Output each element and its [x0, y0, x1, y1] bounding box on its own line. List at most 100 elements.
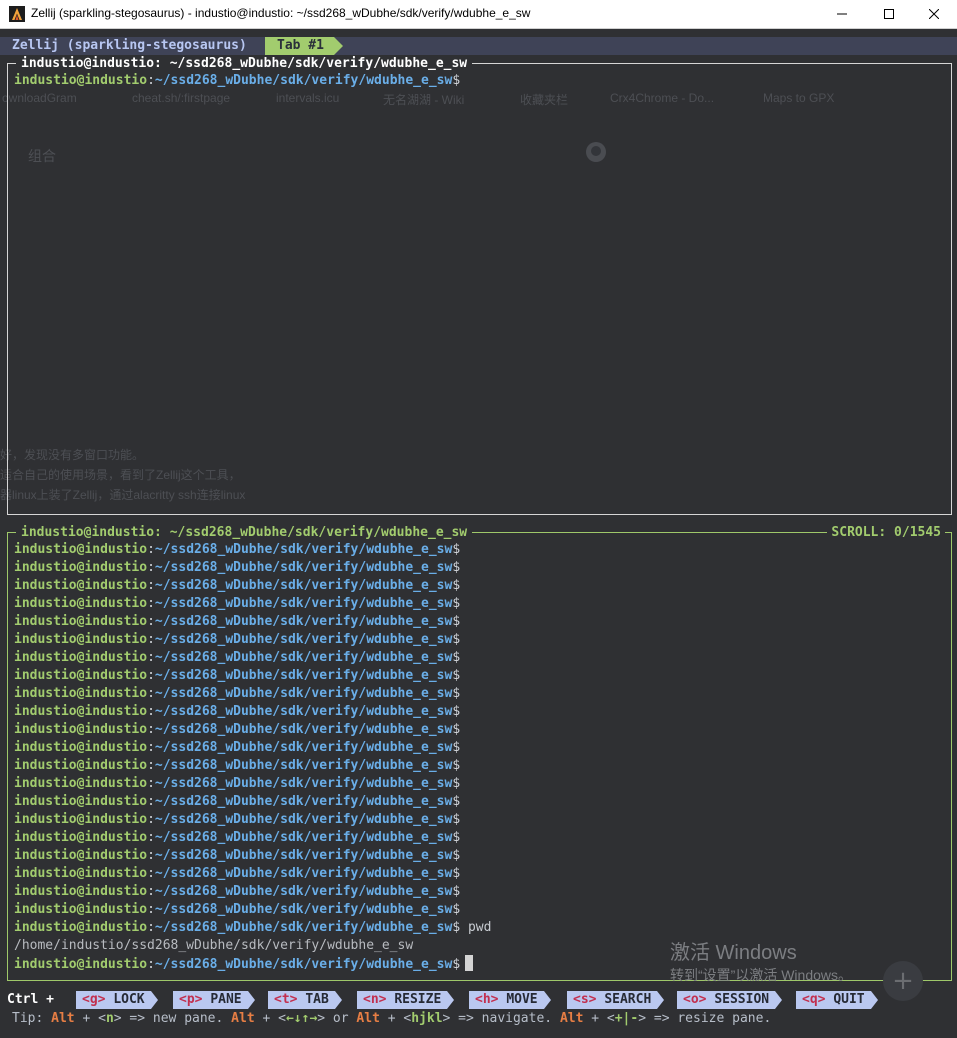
maximize-button[interactable]	[866, 0, 912, 28]
prompt-symbol: $	[452, 578, 461, 593]
prompt-separator: :	[147, 632, 155, 647]
prompt-path: ~/ssd268_wDubhe/sdk/verify/wdubhe_e_sw	[154, 957, 453, 972]
terminal-pane-bottom[interactable]: industio@industio: ~/ssd268_wDubhe/sdk/v…	[7, 524, 952, 981]
prompt-path: ~/ssd268_wDubhe/sdk/verify/wdubhe_e_sw	[154, 758, 453, 773]
prompt-user: industio@industio	[14, 650, 148, 665]
prompt-line: industio@industio:~/ssd268_wDubhe/sdk/ve…	[14, 829, 460, 847]
prompt-line: industio@industio:~/ssd268_wDubhe/sdk/ve…	[14, 811, 460, 829]
prompt-separator: :	[147, 848, 155, 863]
mode-search[interactable]: <s> SEARCH	[567, 991, 665, 1009]
minimize-icon	[837, 13, 847, 15]
prompt-separator: :	[147, 704, 155, 719]
prompt-path: ~/ssd268_wDubhe/sdk/verify/wdubhe_e_sw	[154, 632, 453, 647]
prompt-path: ~/ssd268_wDubhe/sdk/verify/wdubhe_e_sw	[154, 812, 453, 827]
prompt-path: ~/ssd268_wDubhe/sdk/verify/wdubhe_e_sw	[154, 920, 453, 935]
prompt-separator: :	[147, 668, 155, 683]
prompt-symbol: $	[452, 614, 461, 629]
mode-move[interactable]: <h> MOVE	[469, 991, 551, 1009]
prompt-path: ~/ssd268_wDubhe/sdk/verify/wdubhe_e_sw	[154, 902, 453, 917]
prompt-user: industio@industio	[14, 830, 148, 845]
prompt-line: industio@industio:~/ssd268_wDubhe/sdk/ve…	[14, 595, 460, 613]
prompt-separator: :	[147, 614, 155, 629]
terminal-area: ownloadGram cheat.sh/:firstpage interval…	[0, 29, 957, 1038]
prompt-separator: :	[147, 957, 155, 972]
prompt-line: industio@industio:~/ssd268_wDubhe/sdk/ve…	[14, 757, 460, 775]
prompt-path: ~/ssd268_wDubhe/sdk/verify/wdubhe_e_sw	[154, 668, 453, 683]
window-titlebar: Zellij (sparkling-stegosaurus) - industi…	[0, 0, 957, 29]
minimize-button[interactable]	[819, 0, 865, 28]
prompt-separator: :	[147, 596, 155, 611]
prompt-separator: :	[147, 902, 155, 917]
prompt-symbol: $	[452, 722, 461, 737]
prompt-user: industio@industio	[14, 686, 148, 701]
prompt-path: ~/ssd268_wDubhe/sdk/verify/wdubhe_e_sw	[154, 776, 453, 791]
pane-title: industio@industio: ~/ssd268_wDubhe/sdk/v…	[16, 55, 473, 73]
prompt-line: industio@industio:~/ssd268_wDubhe/sdk/ve…	[14, 649, 460, 667]
prompt-symbol: $	[452, 632, 461, 647]
prompt-line: industio@industio:~/ssd268_wDubhe/sdk/ve…	[14, 613, 460, 631]
prompt-symbol: $	[452, 740, 461, 755]
prompt-symbol: $	[452, 596, 461, 611]
prompt-path: ~/ssd268_wDubhe/sdk/verify/wdubhe_e_sw	[154, 722, 453, 737]
prompt-user: industio@industio	[14, 596, 148, 611]
prompt-symbol: $	[452, 866, 461, 881]
prompt-line: industio@industio:~/ssd268_wDubhe/sdk/ve…	[14, 739, 460, 757]
close-button[interactable]	[911, 0, 957, 28]
prompt-user: industio@industio	[14, 794, 148, 809]
mode-resize[interactable]: <n> RESIZE	[357, 991, 455, 1009]
prompt-separator: :	[147, 722, 155, 737]
prompt-user: industio@industio	[14, 884, 148, 899]
mode-tab[interactable]: <t> TAB	[268, 991, 342, 1009]
prompt-path: ~/ssd268_wDubhe/sdk/verify/wdubhe_e_sw	[154, 830, 453, 845]
prompt-line: industio@industio:~/ssd268_wDubhe/sdk/ve…	[14, 541, 460, 559]
modifier-label: Ctrl +	[7, 992, 54, 1007]
prompt-path: ~/ssd268_wDubhe/sdk/verify/wdubhe_e_sw	[154, 740, 453, 755]
prompt-user: industio@industio	[14, 578, 148, 593]
watermark-subtitle: 转到“设置”以激活 Windows。	[670, 967, 853, 983]
mode-quit[interactable]: <q> QUIT	[796, 991, 878, 1009]
prompt-separator: :	[147, 920, 155, 935]
prompt-symbol: $	[452, 686, 461, 701]
prompt-line: industio@industio:~/ssd268_wDubhe/sdk/ve…	[14, 901, 460, 919]
prompt-path: ~/ssd268_wDubhe/sdk/verify/wdubhe_e_sw	[154, 542, 453, 557]
typed-command: pwd	[467, 920, 492, 935]
prompt-line: industio@industio:~/ssd268_wDubhe/sdk/ve…	[14, 955, 474, 974]
prompt-separator: :	[147, 794, 155, 809]
prompt-path: ~/ssd268_wDubhe/sdk/verify/wdubhe_e_sw	[154, 866, 453, 881]
prompt-path: ~/ssd268_wDubhe/sdk/verify/wdubhe_e_sw	[154, 596, 453, 611]
prompt-symbol: $	[452, 73, 461, 88]
prompt-line: industio@industio:~/ssd268_wDubhe/sdk/ve…	[14, 685, 460, 703]
prompt-user: industio@industio	[14, 957, 148, 972]
tab-1[interactable]: Tab #1	[265, 37, 343, 55]
prompt-user: industio@industio	[14, 704, 148, 719]
watermark-title: 激活 Windows	[670, 942, 797, 964]
prompt-user: industio@industio	[14, 776, 148, 791]
terminal-pane-top[interactable]: industio@industio: ~/ssd268_wDubhe/sdk/v…	[7, 55, 952, 515]
prompt-user: industio@industio	[14, 722, 148, 737]
prompt-user: industio@industio	[14, 542, 148, 557]
prompt-path: ~/ssd268_wDubhe/sdk/verify/wdubhe_e_sw	[154, 686, 453, 701]
prompt-symbol: $	[452, 848, 461, 863]
prompt-line: industio@industio:~/ssd268_wDubhe/sdk/ve…	[14, 667, 460, 685]
mode-pane[interactable]: <p> PANE	[173, 991, 255, 1009]
prompt-user: industio@industio	[14, 902, 148, 917]
prompt-line: industio@industio:~/ssd268_wDubhe/sdk/ve…	[14, 865, 460, 883]
prompt-user: industio@industio	[14, 812, 148, 827]
window-title: Zellij (sparkling-stegosaurus) - industi…	[31, 6, 531, 20]
mode-session[interactable]: <o> SESSION	[677, 991, 783, 1009]
prompt-line: industio@industio:~/ssd268_wDubhe/sdk/ve…	[14, 847, 460, 865]
prompt-line: industio@industio:~/ssd268_wDubhe/sdk/ve…	[14, 919, 491, 937]
close-icon	[929, 9, 939, 19]
prompt-symbol: $	[452, 704, 461, 719]
prompt-symbol: $	[452, 650, 461, 665]
prompt-user: industio@industio	[14, 632, 148, 647]
prompt-symbol: $	[452, 560, 461, 575]
prompt-user: industio@industio	[14, 866, 148, 881]
pane-title: industio@industio: ~/ssd268_wDubhe/sdk/v…	[16, 524, 473, 542]
prompt-path: ~/ssd268_wDubhe/sdk/verify/wdubhe_e_sw	[154, 578, 453, 593]
plus-icon: +	[892, 966, 914, 996]
mode-lock[interactable]: <g> LOCK	[76, 991, 158, 1009]
prompt-path: ~/ssd268_wDubhe/sdk/verify/wdubhe_e_sw	[154, 704, 453, 719]
prompt-separator: :	[147, 560, 155, 575]
session-name: Zellij (sparkling-stegosaurus)	[5, 37, 254, 55]
